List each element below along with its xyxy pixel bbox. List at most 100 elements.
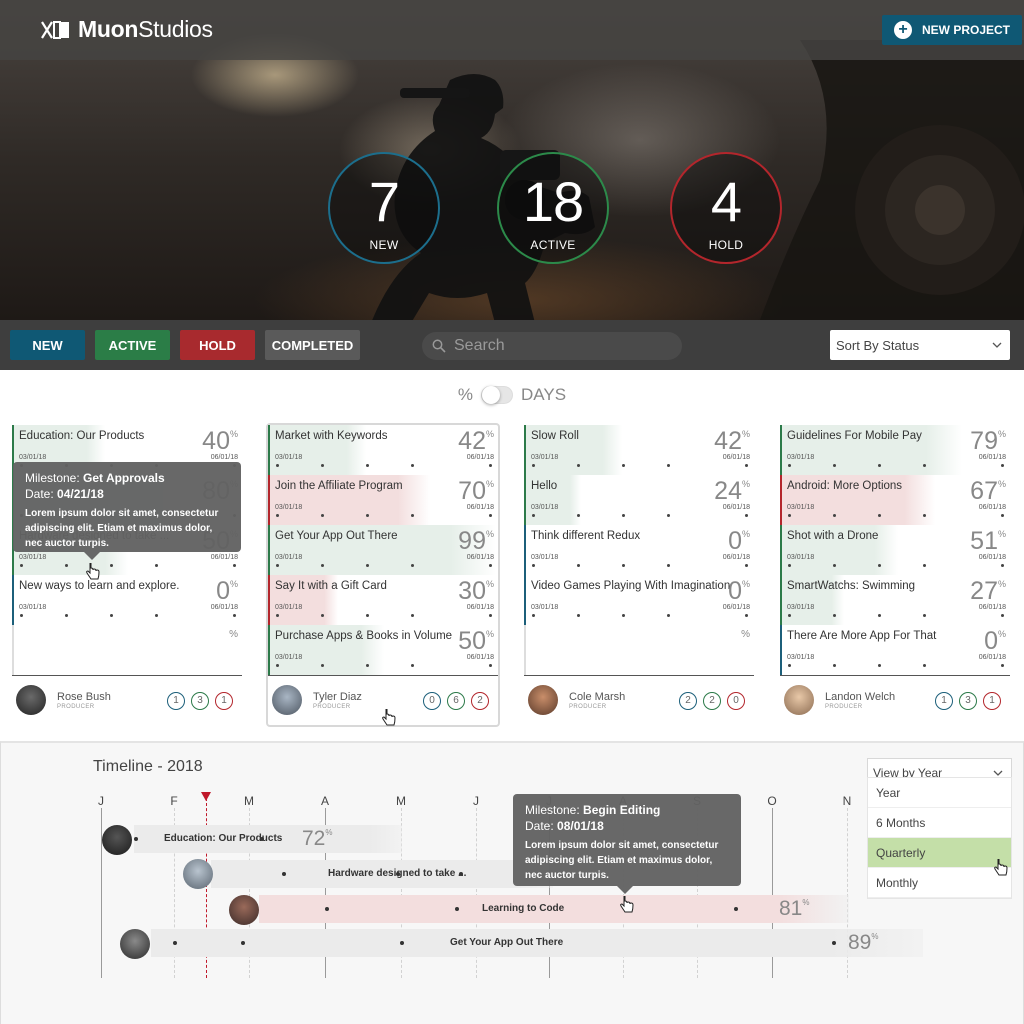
project-row[interactable]: Join the Affiliate Program 70% 03/01/18 06/… bbox=[268, 475, 498, 525]
project-end-date: 06/01/18 bbox=[466, 504, 494, 511]
milestone-tooltip: Milestone: Get Approvals Date: 04/21/18 … bbox=[13, 462, 241, 560]
producer-role: PRODUCER bbox=[569, 704, 607, 710]
milestone-dot[interactable] bbox=[400, 941, 404, 945]
project-row[interactable]: Guidelines For Mobile Pay 79% 03/01/18 06/0… bbox=[780, 425, 1010, 475]
milestone-dot[interactable] bbox=[734, 907, 738, 911]
status-count-badge[interactable]: 0 bbox=[727, 692, 745, 710]
sort-select[interactable]: Sort By Status bbox=[830, 330, 1010, 360]
project-end-date: 06/01/18 bbox=[466, 554, 494, 561]
month-label: A bbox=[320, 794, 329, 808]
milestone-dot[interactable] bbox=[241, 941, 245, 945]
project-start-date: 03/01/18 bbox=[275, 554, 303, 561]
timeline-bar[interactable]: Hardware designed to take ... bbox=[211, 860, 553, 888]
milestone-track bbox=[788, 614, 1004, 617]
status-count-badge[interactable]: 1 bbox=[983, 692, 1001, 710]
project-row[interactable]: Slow Roll 42% 03/01/18 06/01/18 bbox=[524, 425, 754, 475]
stat-new[interactable]: 7 NEW bbox=[328, 152, 440, 264]
view-by-option[interactable]: 6 Months bbox=[868, 808, 1011, 838]
producer-footer[interactable]: Cole Marsh PRODUCER 2 2 0 bbox=[524, 675, 754, 725]
avatar bbox=[120, 929, 150, 959]
milestone-dot[interactable] bbox=[832, 941, 836, 945]
milestone-dot[interactable] bbox=[260, 837, 264, 841]
month-label: N bbox=[842, 794, 852, 808]
milestone-dot[interactable] bbox=[455, 907, 459, 911]
view-by-option[interactable]: Quarterly bbox=[868, 838, 1011, 868]
milestone-dot[interactable] bbox=[173, 941, 177, 945]
project-row[interactable]: There Are More App For That 0% 03/01/18 06/… bbox=[780, 625, 1010, 675]
project-row[interactable]: Hello 24% 03/01/18 06/01/18 bbox=[524, 475, 754, 525]
producer-footer[interactable]: Landon Welch PRODUCER 1 3 1 bbox=[780, 675, 1010, 725]
timeline-bar[interactable]: Get Your App Out There 89% bbox=[151, 929, 923, 957]
milestone-track bbox=[788, 514, 1004, 517]
stat-active[interactable]: 18 ACTIVE bbox=[497, 152, 609, 264]
timeline-bar-percent: 81% bbox=[779, 897, 810, 920]
view-by-option[interactable]: Monthly bbox=[868, 868, 1011, 898]
timeline-bar[interactable]: Education: Our Products 72% bbox=[134, 825, 402, 853]
project-percent: 0% bbox=[984, 627, 1006, 655]
project-start-date: 03/01/18 bbox=[275, 654, 303, 661]
status-count-badge[interactable]: 2 bbox=[679, 692, 697, 710]
status-count-badge[interactable]: 3 bbox=[191, 692, 209, 710]
project-row[interactable]: Android: More Options 67% 03/01/18 06/01/18 bbox=[780, 475, 1010, 525]
milestone-track bbox=[276, 464, 492, 467]
filter-bar: NEW ACTIVE HOLD COMPLETED Sort By Status bbox=[0, 320, 1024, 370]
project-row[interactable]: Market with Keywords 42% 03/01/18 06/01/18 bbox=[268, 425, 498, 475]
percent-days-toggle[interactable] bbox=[481, 386, 514, 404]
status-count-badge[interactable]: 0 bbox=[423, 692, 441, 710]
project-row[interactable]: % bbox=[524, 625, 754, 675]
project-percent: 0% bbox=[728, 527, 750, 555]
project-percent: 30% bbox=[458, 577, 494, 605]
milestone-dot[interactable] bbox=[325, 907, 329, 911]
project-row[interactable]: SmartWatchs: Swimming 27% 03/01/18 06/01/18 bbox=[780, 575, 1010, 625]
top-bar: MuonStudios + NEW PROJECT bbox=[0, 0, 1024, 60]
stat-hold[interactable]: 4 HOLD bbox=[670, 152, 782, 264]
project-end-date: 06/01/18 bbox=[978, 454, 1006, 461]
project-percent: 42% bbox=[714, 427, 750, 455]
project-row[interactable]: Purchase Apps & Books in Volume 50% 03/01/… bbox=[268, 625, 498, 675]
status-count-badge[interactable]: 6 bbox=[447, 692, 465, 710]
status-count-badge[interactable]: 1 bbox=[215, 692, 233, 710]
toggle-knob bbox=[482, 386, 501, 404]
project-start-date: 03/01/18 bbox=[787, 504, 815, 511]
status-count-badge[interactable]: 2 bbox=[471, 692, 489, 710]
project-start-date: 03/01/18 bbox=[787, 454, 815, 461]
milestone-track bbox=[788, 464, 1004, 467]
filter-hold-button[interactable]: HOLD bbox=[180, 330, 255, 360]
project-end-date: 06/01/18 bbox=[978, 654, 1006, 661]
project-row[interactable]: Video Games Playing With Imagination 0% 03… bbox=[524, 575, 754, 625]
project-start-date: 03/01/18 bbox=[531, 454, 559, 461]
toggle-days-label: DAYS bbox=[521, 385, 567, 404]
project-start-date: 03/01/18 bbox=[19, 604, 47, 611]
brand-logo[interactable]: MuonStudios bbox=[40, 16, 213, 43]
milestone-track bbox=[20, 614, 236, 617]
producer-footer[interactable]: Rose Bush PRODUCER 1 3 1 bbox=[12, 675, 242, 725]
project-row[interactable]: Say It with a Gift Card 30% 03/01/18 06/01/… bbox=[268, 575, 498, 625]
status-count-badge[interactable]: 2 bbox=[703, 692, 721, 710]
project-row[interactable]: Get Your App Out There 99% 03/01/18 06/01/1… bbox=[268, 525, 498, 575]
status-count-badge[interactable]: 1 bbox=[167, 692, 185, 710]
milestone-dot[interactable] bbox=[134, 837, 138, 841]
project-row[interactable]: Shot with a Drone 51% 03/01/18 06/01/18 bbox=[780, 525, 1010, 575]
filter-active-button[interactable]: ACTIVE bbox=[95, 330, 170, 360]
status-count-badge[interactable]: 3 bbox=[959, 692, 977, 710]
milestone-dot[interactable] bbox=[459, 872, 463, 876]
filter-new-button[interactable]: NEW bbox=[10, 330, 85, 360]
project-start-date: 03/01/18 bbox=[275, 604, 303, 611]
milestone-track bbox=[20, 564, 236, 567]
milestone-dot[interactable] bbox=[282, 872, 286, 876]
status-count-badge[interactable]: 1 bbox=[935, 692, 953, 710]
project-row[interactable]: % bbox=[12, 625, 242, 675]
project-end-date: 06/01/18 bbox=[722, 554, 750, 561]
project-row[interactable]: Think different Redux 0% 03/01/18 06/01/18 bbox=[524, 525, 754, 575]
project-row[interactable]: New ways to learn and explore. 0% 03/01/18… bbox=[12, 575, 242, 625]
search-input[interactable] bbox=[454, 337, 664, 355]
hero-banner: MuonStudios + NEW PROJECT 7 NEW 18 ACTIV… bbox=[0, 0, 1024, 320]
stat-hold-label: HOLD bbox=[708, 238, 744, 252]
tooltip-milestone-name: Begin Editing bbox=[583, 803, 661, 817]
avatar bbox=[102, 825, 132, 855]
new-project-button[interactable]: + NEW PROJECT bbox=[882, 15, 1022, 45]
view-by-option[interactable]: Year bbox=[868, 778, 1011, 808]
filter-completed-button[interactable]: COMPLETED bbox=[265, 330, 360, 360]
timeline-bar[interactable]: Learning to Code 81% bbox=[259, 895, 849, 923]
milestone-dot[interactable] bbox=[396, 872, 400, 876]
